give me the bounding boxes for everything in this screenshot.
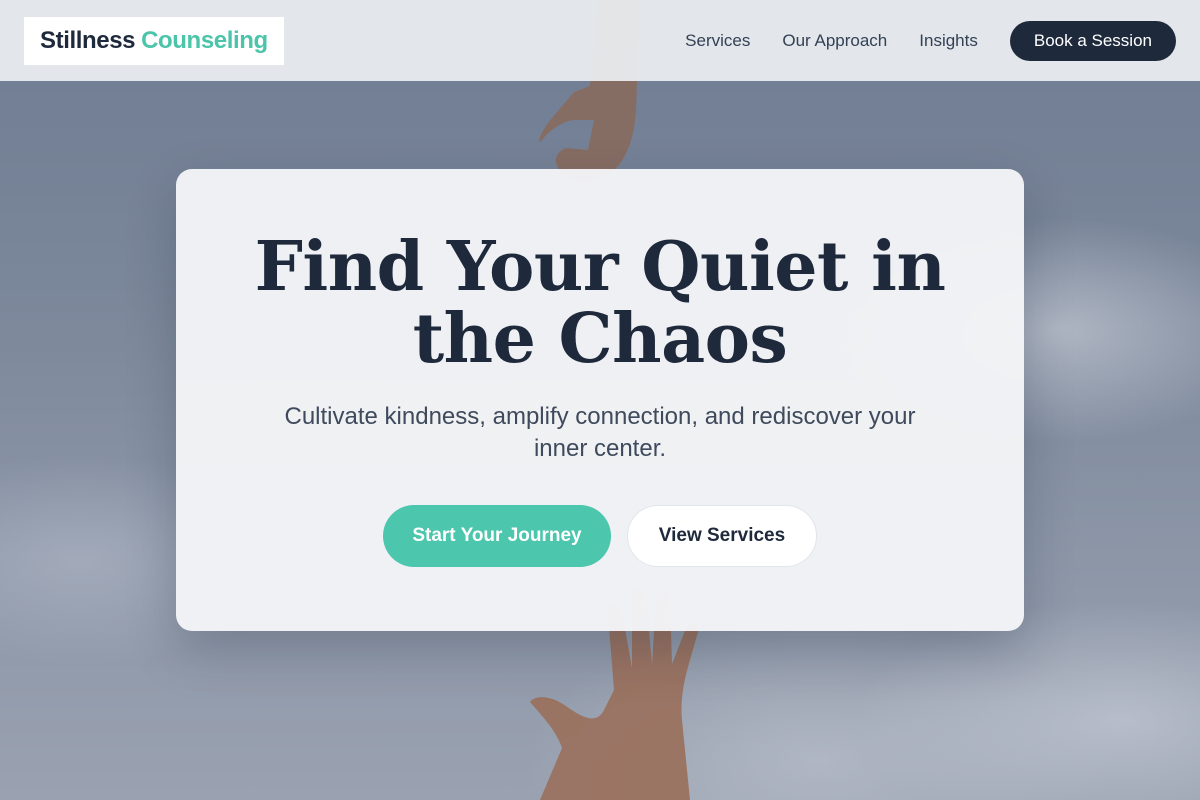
site-header: Stillness Counseling Services Our Approa… xyxy=(0,0,1200,81)
nav-link-services[interactable]: Services xyxy=(685,31,750,51)
start-journey-button[interactable]: Start Your Journey xyxy=(383,505,611,567)
hero-actions: Start Your Journey View Services xyxy=(176,505,1024,567)
book-session-button[interactable]: Book a Session xyxy=(1009,20,1176,61)
hero-title: Find Your Quiet in the Chaos xyxy=(254,227,946,379)
site-logo[interactable]: Stillness Counseling xyxy=(24,16,284,65)
logo-word-stillness: Stillness xyxy=(40,26,136,54)
nav-link-insights[interactable]: Insights xyxy=(919,31,978,51)
hero-subtitle: Cultivate kindness, amplify connection, … xyxy=(284,403,916,462)
logo-word-counseling: Counseling xyxy=(141,26,268,54)
nav-link-our-approach[interactable]: Our Approach xyxy=(782,31,887,51)
main-nav: Services Our Approach Insights Book a Se… xyxy=(685,20,1176,61)
hero-card: Find Your Quiet in the Chaos Cultivate k… xyxy=(176,169,1024,631)
view-services-button[interactable]: View Services xyxy=(627,505,817,567)
